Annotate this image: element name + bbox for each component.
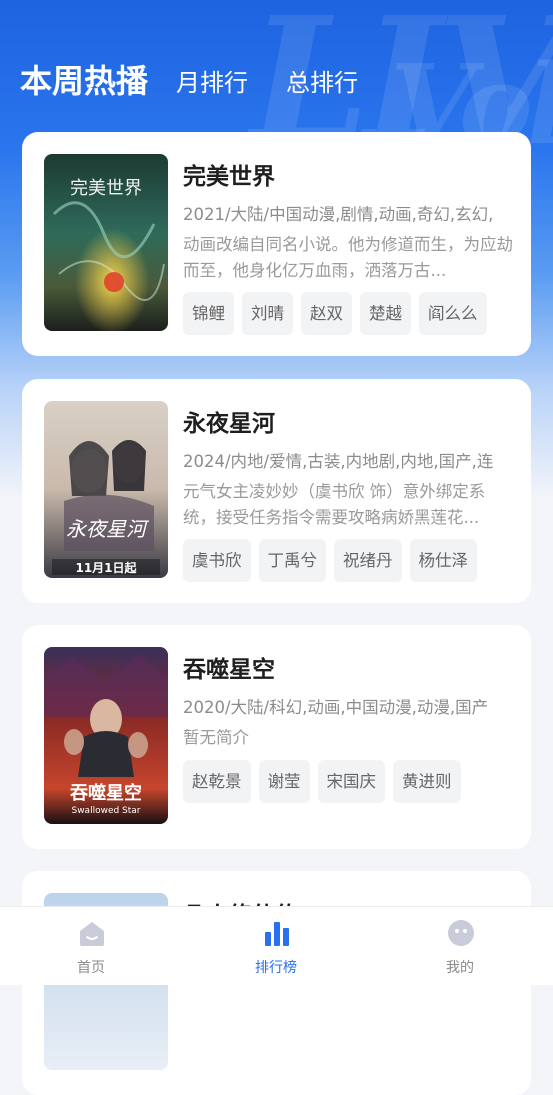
profile-icon: [448, 920, 474, 946]
item-title[interactable]: 完美世界: [183, 157, 275, 191]
cast-list: 锦鲤 刘晴 赵双 楚越 阎么么: [183, 292, 487, 335]
cast-chip[interactable]: 刘晴: [242, 292, 293, 335]
tab-weekly[interactable]: 本周热播: [20, 56, 148, 102]
cast-chip[interactable]: 赵乾景: [183, 760, 251, 803]
poster-title-art: 完美世界: [70, 178, 142, 199]
cast-chip[interactable]: 杨仕泽: [409, 539, 477, 582]
poster-release-banner: 11月1日起: [75, 560, 137, 575]
tab-all-time[interactable]: 总排行: [286, 63, 358, 98]
nav-home-label: 首页: [77, 960, 105, 976]
bottom-navigation: 首页 排行榜 我的: [0, 906, 553, 985]
poster-image[interactable]: 吞噬星空 Swallowed Star: [44, 647, 168, 824]
poster-title-art: 永夜星河: [66, 517, 150, 541]
nav-profile-label: 我的: [446, 960, 474, 976]
item-description: 元气女主凌妙妙（虞书欣 饰）意外绑定系统，接受任务指令需要攻略病娇黑莲花...: [183, 482, 486, 527]
poster-image[interactable]: 完美世界: [44, 154, 168, 331]
cast-chip[interactable]: 虞书欣: [183, 539, 251, 582]
home-icon: [80, 922, 104, 946]
ranking-icon: [265, 922, 289, 946]
nav-profile[interactable]: 我的: [400, 907, 520, 985]
cast-chip[interactable]: 黄进则: [393, 760, 461, 803]
item-meta: 2024/内地/爱情,古装,内地剧,内地,国产,连: [183, 452, 494, 471]
nav-ranking-label: 排行榜: [255, 960, 297, 976]
ranking-card[interactable]: 永夜星河 11月1日起 永夜星河 2024/内地/爱情,古装,内地剧,内地,国产…: [22, 379, 531, 603]
item-meta: 2021/大陆/中国动漫,剧情,动画,奇幻,玄幻,: [183, 205, 494, 224]
cast-chip[interactable]: 丁禹兮: [258, 539, 326, 582]
poster-title-art: 吞噬星空: [70, 782, 142, 804]
cast-chip[interactable]: 赵双: [301, 292, 352, 335]
tab-monthly[interactable]: 月排行: [176, 63, 248, 98]
cast-chip[interactable]: 祝绪丹: [334, 539, 402, 582]
poster-image[interactable]: 永夜星河 11月1日起: [44, 401, 168, 578]
cast-chip[interactable]: 阎么么: [419, 292, 487, 335]
item-title[interactable]: 吞噬星空: [183, 650, 275, 684]
nav-home[interactable]: 首页: [31, 907, 151, 985]
item-meta: 2020/大陆/科幻,动画,中国动漫,动漫,国产: [183, 698, 489, 717]
cast-list: 虞书欣 丁禹兮 祝绪丹 杨仕泽: [183, 539, 477, 582]
item-description: 暂无简介: [183, 728, 249, 747]
cast-chip[interactable]: 楚越: [360, 292, 411, 335]
cast-list: 赵乾景 谢莹 宋国庆 黄进则: [183, 760, 461, 803]
ranking-card[interactable]: 吞噬星空 Swallowed Star 吞噬星空 2020/大陆/科幻,动画,中…: [22, 625, 531, 849]
item-title[interactable]: 永夜星河: [183, 404, 275, 438]
poster-english-title: Swallowed Star: [71, 806, 140, 816]
nav-ranking[interactable]: 排行榜: [216, 907, 336, 985]
ranking-tabs: 本周热播 月排行 总排行: [0, 50, 553, 162]
cast-chip[interactable]: 锦鲤: [183, 292, 234, 335]
cast-chip[interactable]: 宋国庆: [317, 760, 385, 803]
cast-chip[interactable]: 谢莹: [258, 760, 310, 803]
item-description: 动画改编自同名小说。他为修道而生，为应劫而至，他身化亿万血雨，洒落万古...: [183, 235, 513, 280]
ranking-card[interactable]: 完美世界 完美世界 2021/大陆/中国动漫,剧情,动画,奇幻,玄幻, 动画改编…: [22, 132, 531, 356]
